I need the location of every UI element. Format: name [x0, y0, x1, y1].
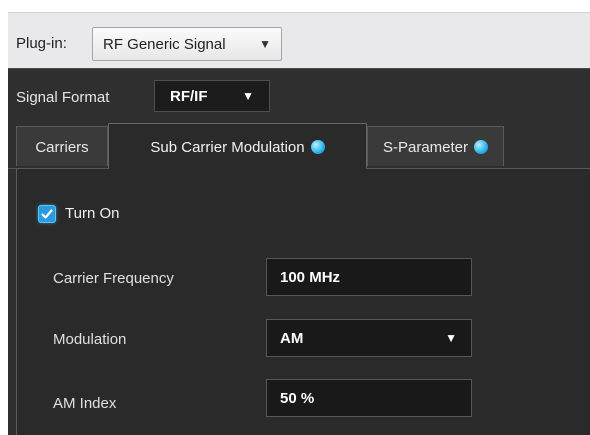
tab-label: S-Parameter	[382, 139, 469, 156]
signal-format-value: RF/IF	[170, 88, 208, 105]
turn-on-checkbox[interactable]	[39, 206, 55, 222]
caret-down-icon: ▼	[242, 89, 254, 103]
caret-down-icon: ▼	[445, 331, 457, 345]
signal-format-dropdown[interactable]: RF/IF ▼	[154, 80, 270, 112]
modulation-dropdown[interactable]: AM ▼	[266, 319, 472, 357]
turn-on-label: Turn On	[65, 205, 120, 222]
am-index-value: 50 %	[280, 390, 315, 407]
plugin-bar: Plug-in: RF Generic Signal ▼	[8, 12, 590, 69]
carrier-frequency-label: Carrier Frequency	[53, 270, 174, 287]
tab-strip: Carriers Sub Carrier Modulation S-Parame…	[8, 123, 590, 169]
plugin-label: Plug-in:	[16, 35, 67, 52]
tab-label: Carriers	[35, 139, 89, 156]
modulation-value: AM	[280, 330, 304, 347]
tab-carriers[interactable]: Carriers	[16, 126, 108, 166]
signal-format-label: Signal Format	[16, 89, 110, 106]
signal-panel: Signal Format RF/IF ▼ Carriers Sub Carri…	[8, 68, 590, 435]
tab-label: Sub Carrier Modulation	[150, 139, 305, 156]
carrier-frequency-input[interactable]: 100 MHz	[266, 258, 472, 296]
plugin-dropdown-value: RF Generic Signal	[103, 36, 226, 53]
tab-sub-carrier-modulation[interactable]: Sub Carrier Modulation	[108, 123, 367, 169]
app-root: Plug-in: RF Generic Signal ▼ Signal Form…	[8, 0, 590, 435]
carrier-frequency-value: 100 MHz	[280, 269, 341, 286]
tab-s-parameter[interactable]: S-Parameter	[367, 126, 504, 166]
status-dot-icon	[474, 140, 489, 154]
am-index-label: AM Index	[53, 395, 117, 412]
am-index-input[interactable]: 50 %	[266, 379, 472, 417]
caret-down-icon: ▼	[259, 37, 271, 51]
sub-carrier-modulation-panel: Turn On Carrier Frequency 100 MHz Modula…	[16, 169, 590, 435]
plugin-dropdown[interactable]: RF Generic Signal ▼	[92, 27, 282, 61]
status-dot-icon	[310, 140, 325, 154]
checkmark-icon	[41, 209, 53, 219]
modulation-label: Modulation	[53, 331, 127, 348]
